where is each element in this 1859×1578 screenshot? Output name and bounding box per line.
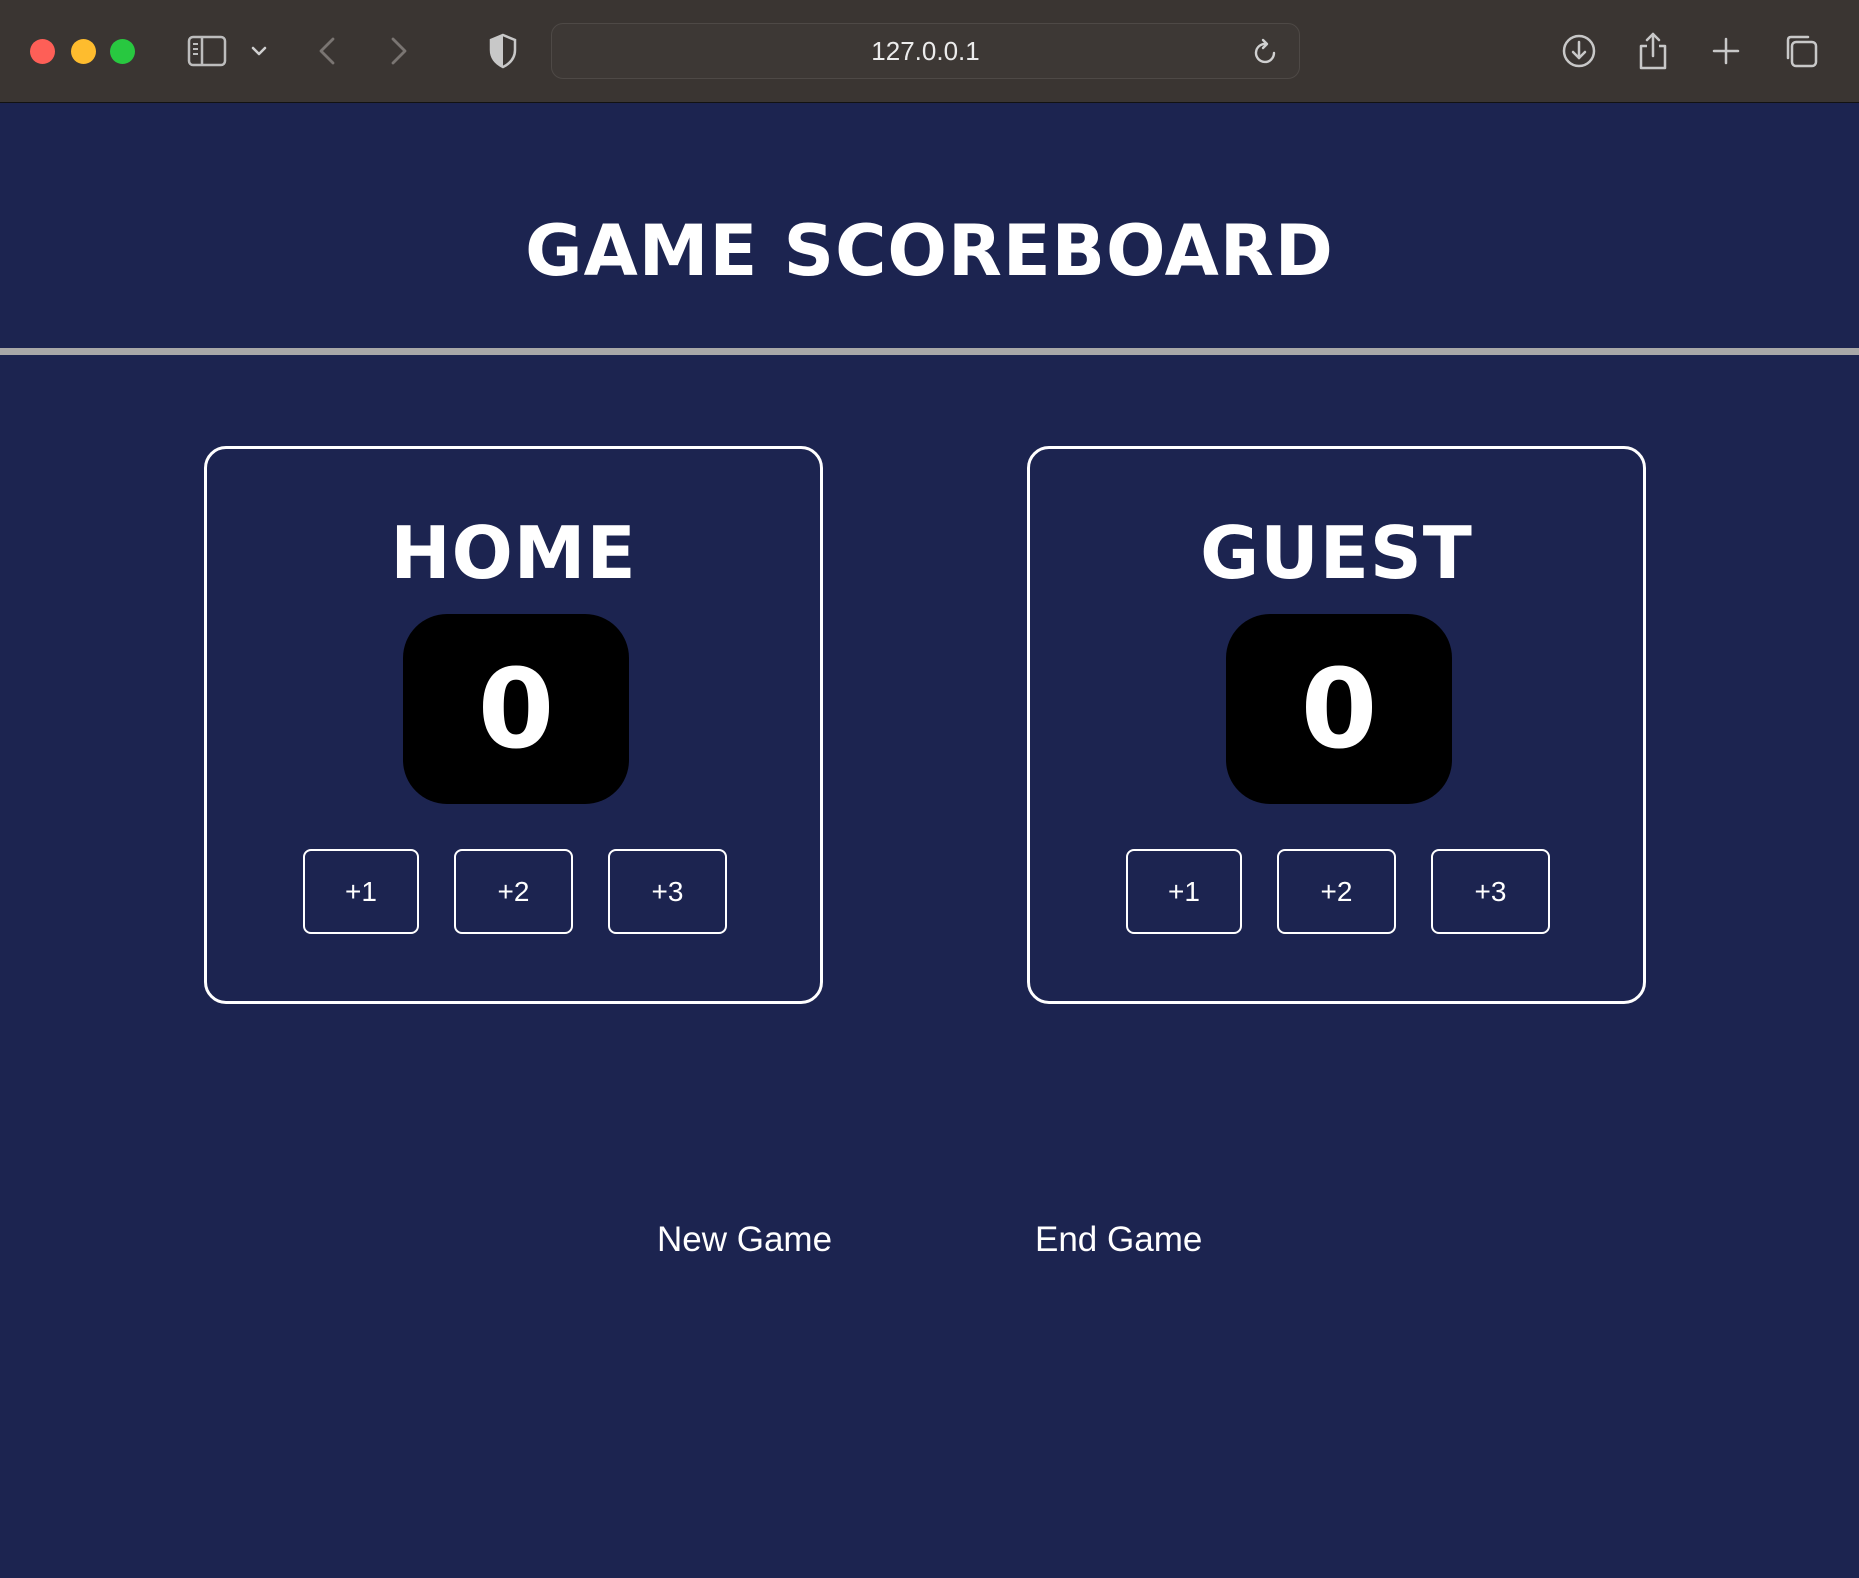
guest-add-2-button[interactable]: +2 [1277, 849, 1396, 934]
forward-icon[interactable] [386, 28, 412, 74]
home-add-2-button[interactable]: +2 [454, 849, 573, 934]
home-team-name: HOME [390, 511, 637, 595]
share-icon[interactable] [1636, 28, 1670, 74]
reload-icon[interactable] [1253, 38, 1279, 70]
end-game-button[interactable]: End Game [1035, 1220, 1202, 1260]
sidebar-icon[interactable] [186, 28, 228, 74]
guest-add-3-button[interactable]: +3 [1431, 849, 1550, 934]
close-window-button[interactable] [30, 39, 55, 64]
guest-team-panel: GUEST 0 +1 +2 +3 [1027, 446, 1646, 1004]
minimize-window-button[interactable] [71, 39, 96, 64]
chevron-down-icon[interactable] [249, 28, 269, 74]
back-icon[interactable] [314, 28, 340, 74]
guest-score: 0 [1226, 614, 1452, 804]
download-icon[interactable] [1560, 28, 1598, 74]
home-add-3-button[interactable]: +3 [608, 849, 727, 934]
address-bar[interactable]: 127.0.0.1 [551, 23, 1300, 79]
home-add-1-button[interactable]: +1 [303, 849, 419, 934]
header-divider [0, 348, 1859, 355]
browser-toolbar: 127.0.0.1 [0, 0, 1859, 103]
browser-window: 127.0.0.1 GAME SCOREBOARD HOME 0 +1 +2 +… [0, 0, 1859, 1578]
page-title: GAME SCOREBOARD [525, 210, 1334, 292]
maximize-window-button[interactable] [110, 39, 135, 64]
home-team-panel: HOME 0 +1 +2 +3 [204, 446, 823, 1004]
home-score: 0 [403, 614, 629, 804]
shield-icon[interactable] [487, 28, 519, 74]
tabs-icon[interactable] [1782, 28, 1820, 74]
url-text: 127.0.0.1 [871, 35, 980, 66]
guest-add-1-button[interactable]: +1 [1126, 849, 1242, 934]
new-game-button[interactable]: New Game [657, 1220, 832, 1260]
guest-team-name: GUEST [1200, 511, 1473, 595]
plus-icon[interactable] [1710, 28, 1742, 74]
